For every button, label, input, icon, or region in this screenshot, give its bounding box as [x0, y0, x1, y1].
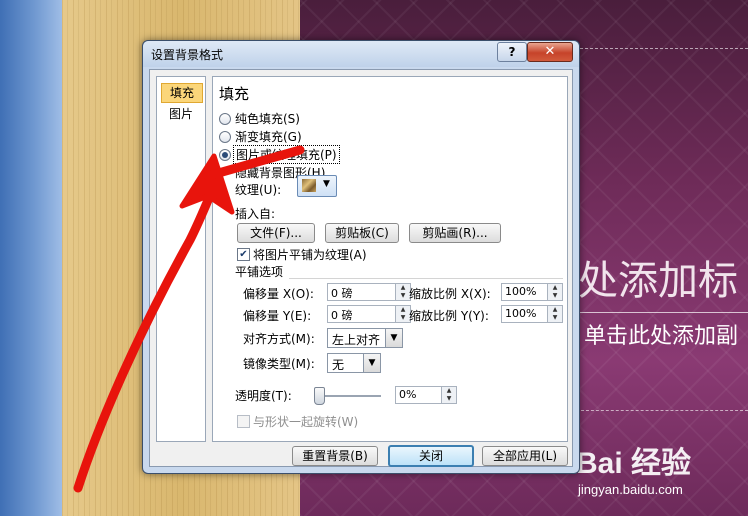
annotation-arrow-wing [203, 145, 305, 181]
annotation-arrow-shaft [73, 181, 219, 493]
annotation-arrow [73, 145, 305, 493]
